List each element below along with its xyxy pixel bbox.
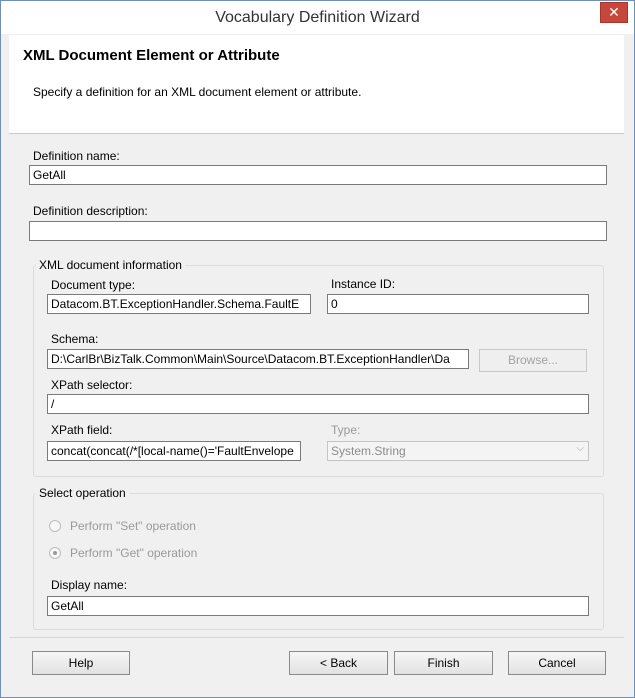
- instance-id-field[interactable]: 0: [327, 294, 589, 314]
- definition-name-field[interactable]: GetAll: [29, 165, 607, 185]
- xml-document-info-caption: XML document information: [36, 258, 185, 272]
- footer-divider: [9, 637, 624, 638]
- perform-set-radio[interactable]: [49, 520, 61, 532]
- window-title: Vocabulary Definition Wizard: [215, 9, 420, 26]
- close-button[interactable]: ✕: [600, 2, 628, 23]
- type-select-value: System.String: [331, 444, 406, 458]
- page-subtitle: Specify a definition for an XML document…: [33, 85, 362, 99]
- document-type-field[interactable]: Datacom.BT.ExceptionHandler.Schema.Fault…: [47, 294, 311, 314]
- select-operation-caption: Select operation: [36, 486, 129, 500]
- wizard-window: Vocabulary Definition Wizard ✕ XML Docum…: [0, 0, 635, 698]
- document-type-label: Document type:: [51, 278, 136, 292]
- type-select[interactable]: System.String ⌵: [327, 441, 589, 461]
- perform-get-radio[interactable]: [49, 547, 61, 559]
- xpath-field-input[interactable]: concat(concat(/*[local-name()='FaultEnve…: [47, 441, 301, 461]
- xpath-selector-field[interactable]: /: [47, 394, 589, 414]
- wizard-header: XML Document Element or Attribute Specif…: [9, 35, 624, 134]
- perform-set-label: Perform "Set" operation: [70, 519, 196, 533]
- xpath-selector-label: XPath selector:: [51, 378, 133, 392]
- type-label: Type:: [331, 423, 361, 437]
- cancel-button[interactable]: Cancel: [508, 651, 606, 675]
- finish-button[interactable]: Finish: [394, 651, 493, 675]
- title-bar: Vocabulary Definition Wizard ✕: [1, 1, 634, 34]
- browse-button[interactable]: Browse...: [479, 349, 587, 372]
- back-button[interactable]: < Back: [289, 651, 388, 675]
- chevron-down-icon: ⌵: [576, 443, 584, 454]
- instance-id-label: Instance ID:: [331, 277, 396, 291]
- radio-selected-dot: [53, 551, 57, 555]
- schema-label: Schema:: [51, 332, 99, 346]
- display-name-label: Display name:: [51, 578, 128, 592]
- xpath-field-label: XPath field:: [51, 423, 113, 437]
- help-button[interactable]: Help: [32, 651, 130, 675]
- definition-description-label: Definition description:: [33, 204, 148, 218]
- definition-name-label: Definition name:: [33, 149, 120, 163]
- display-name-field[interactable]: GetAll: [47, 596, 589, 616]
- definition-description-field[interactable]: [29, 221, 607, 241]
- perform-get-label: Perform "Get" operation: [70, 546, 198, 560]
- page-title: XML Document Element or Attribute: [23, 47, 280, 64]
- close-icon: ✕: [608, 4, 620, 20]
- schema-field[interactable]: D:\CarlBr\BizTalk.Common\Main\Source\Dat…: [47, 349, 469, 369]
